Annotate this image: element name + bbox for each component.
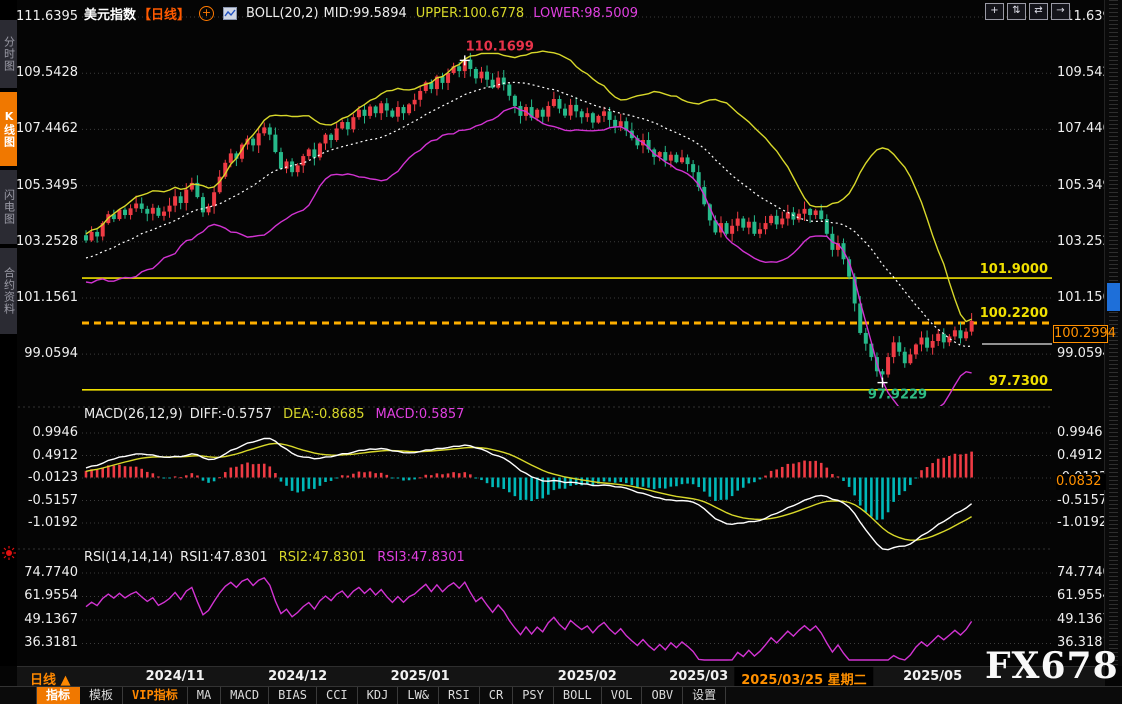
macd-axis-label: -0.5157 (1057, 493, 1105, 509)
left-chart-type-sidebar: 分时图 K线图闪电图合约资料 (0, 0, 17, 666)
toolbar-tab-CCI[interactable]: CCI (317, 687, 358, 704)
toolbar-tab-VIP指标[interactable]: VIP指标 (123, 687, 188, 704)
toolbar-tab-PSY[interactable]: PSY (513, 687, 554, 704)
rsi-axis-label: 49.1367 (16, 612, 78, 628)
price-axis-label: 101.1561 (1057, 290, 1105, 306)
rsi-panel-header: RSI(14,14,14) RSI1:47.8301 RSI2:47.8301 … (84, 550, 465, 566)
toolbar-tab-OBV[interactable]: OBV (642, 687, 683, 704)
live-record-icon (2, 546, 16, 560)
boll-params: BOLL(20,2) (246, 6, 319, 21)
toolbar-tab-模板[interactable]: 模板 (80, 687, 123, 704)
price-axis-label: 99.0594 (16, 346, 78, 362)
symbol-name: 美元指数 (84, 4, 136, 23)
toolbar-tab-RSI[interactable]: RSI (439, 687, 480, 704)
chart-application-window: 110.1699 97.9229 101.9000 100.2200 97.7300 分… (0, 0, 1122, 704)
price-axis-label: 105.3495 (16, 178, 78, 194)
scrollbar-thumb[interactable] (1107, 283, 1120, 311)
macd-axis-label: -0.0123 (16, 470, 78, 486)
macd-panel-header: MACD(26,12,9) DIFF:-0.5757 DEA:-0.8685 M… (84, 407, 464, 423)
svg-text:101.9000: 101.9000 (980, 262, 1048, 277)
month-label: 2024/12 (268, 669, 327, 684)
price-axis-label: 107.4462 (1057, 121, 1105, 137)
macd-dea-value: DEA:-0.8685 (283, 407, 364, 423)
jump-latest-icon[interactable]: → (1051, 3, 1070, 20)
chart-control-buttons: +⇅⇄→ (985, 3, 1070, 20)
toolbar-tab-BIAS[interactable]: BIAS (269, 687, 317, 704)
toolbar-tab-MACD[interactable]: MACD (221, 687, 269, 704)
last-price-readout: 100.2994 (1053, 325, 1108, 343)
price-axis-label: 103.2528 (16, 234, 78, 250)
svg-text:97.7300: 97.7300 (989, 374, 1048, 389)
price-axis-label: 99.0594 (1057, 346, 1105, 362)
macd-axis-label: -0.5157 (16, 493, 78, 509)
rsi-axis-label: 49.1367 (1057, 612, 1105, 628)
macd-axis-label: 0.9946 (16, 425, 78, 441)
svg-text:100.2200: 100.2200 (980, 306, 1048, 321)
svg-text:110.1699: 110.1699 (466, 39, 534, 54)
toolbar-tab-VOL[interactable]: VOL (602, 687, 643, 704)
price-axis-label: 105.3495 (1057, 178, 1105, 194)
price-axis-label: 103.2528 (1057, 234, 1105, 250)
toolbar-tab-LW&[interactable]: LW& (398, 687, 439, 704)
month-label: 2024/11 (146, 669, 205, 684)
boll-mid-value: MID:99.5894 (324, 6, 407, 21)
month-label: 2025/03 (669, 669, 728, 684)
price-axis-label: 101.1561 (16, 290, 78, 306)
sidebar-tab-1[interactable]: 分时图 (0, 20, 17, 88)
rsi-axis-label: 61.9554 (16, 588, 78, 604)
toolbar-tab-CR[interactable]: CR (480, 687, 513, 704)
rsi1-value: RSI1:47.8301 (180, 550, 268, 566)
sidebar-tab-2[interactable]: K线图 (0, 92, 17, 166)
macd-cursor-readout: 0.0832 (1056, 474, 1106, 490)
toolbar-tab-设置[interactable]: 设置 (683, 687, 726, 704)
rsi-axis-label: 74.7740 (16, 565, 78, 581)
macd-axis-label: -1.0192 (16, 515, 78, 531)
macd-axis-label: 0.9946 (1057, 425, 1105, 441)
price-axis-label: 111.6395 (16, 9, 78, 25)
macd-hist-value: MACD:0.5857 (376, 407, 465, 423)
rsi2-value: RSI2:47.8301 (279, 550, 367, 566)
crosshair-icon[interactable]: + (985, 3, 1004, 20)
toolbar-tab-MA[interactable]: MA (188, 687, 221, 704)
macd-title: MACD(26,12,9) (84, 407, 183, 423)
macd-axis-label: 0.4912 (16, 448, 78, 464)
fx678-watermark: FX678 (985, 645, 1119, 687)
chart-header: 美元指数 【日线】 + BOLL(20,2) MID:99.5894 UPPER… (84, 4, 638, 22)
rsi-axis-label: 36.3181 (16, 635, 78, 651)
macd-diff-value: DIFF:-0.5757 (190, 407, 272, 423)
time-axis: 日线 ▲ 2025/03/25 星期二 2024/112024/122025/0… (17, 666, 1105, 687)
boll-lower-value: LOWER:98.5009 (533, 6, 638, 21)
macd-axis-label: -1.0192 (1057, 515, 1105, 531)
toolbar-tab-BOLL[interactable]: BOLL (554, 687, 602, 704)
rsi-title: RSI(14,14,14) (84, 550, 173, 566)
toolbar-tab-KDJ[interactable]: KDJ (358, 687, 399, 704)
time-zoom-icon[interactable]: ⇄ (1029, 3, 1048, 20)
month-label: 2025/01 (391, 669, 450, 684)
sidebar-tab-4[interactable]: 合约资料 (0, 248, 17, 334)
toolbar-tab-指标[interactable]: 指标 (36, 687, 80, 704)
price-axis-label: 107.4462 (16, 121, 78, 137)
indicator-toolbar: 指标模板VIP指标MAMACDBIASCCIKDJLW&RSICRPSYBOLL… (0, 686, 1122, 704)
indicator-chart-icon (223, 7, 237, 20)
rsi3-value: RSI3:47.8301 (377, 550, 465, 566)
month-label: 2025/05 (903, 669, 962, 684)
left-price-axis: 111.6395 109.5428 107.4462 105.3495 103.2528… (16, 0, 78, 666)
svg-text:97.9229: 97.9229 (868, 388, 927, 403)
price-axis-label: 109.5428 (1057, 65, 1105, 81)
rsi-axis-label: 61.9554 (1057, 588, 1105, 604)
month-label: 2025/02 (558, 669, 617, 684)
rsi-axis-label: 74.7740 (1057, 565, 1105, 581)
boll-upper-value: UPPER:100.6778 (416, 6, 524, 21)
add-indicator-icon[interactable]: + (199, 6, 214, 21)
macd-axis-label: 0.4912 (1057, 448, 1105, 464)
sidebar-tab-3[interactable]: 闪电图 (0, 170, 17, 244)
price-chart-canvas[interactable]: 110.1699 97.9229 101.9000 100.2200 97.7300 (0, 0, 1122, 704)
period-tag: 【日线】 (138, 4, 190, 23)
price-axis-label: 109.5428 (16, 65, 78, 81)
axis-zoom-icon[interactable]: ⇅ (1007, 3, 1026, 20)
